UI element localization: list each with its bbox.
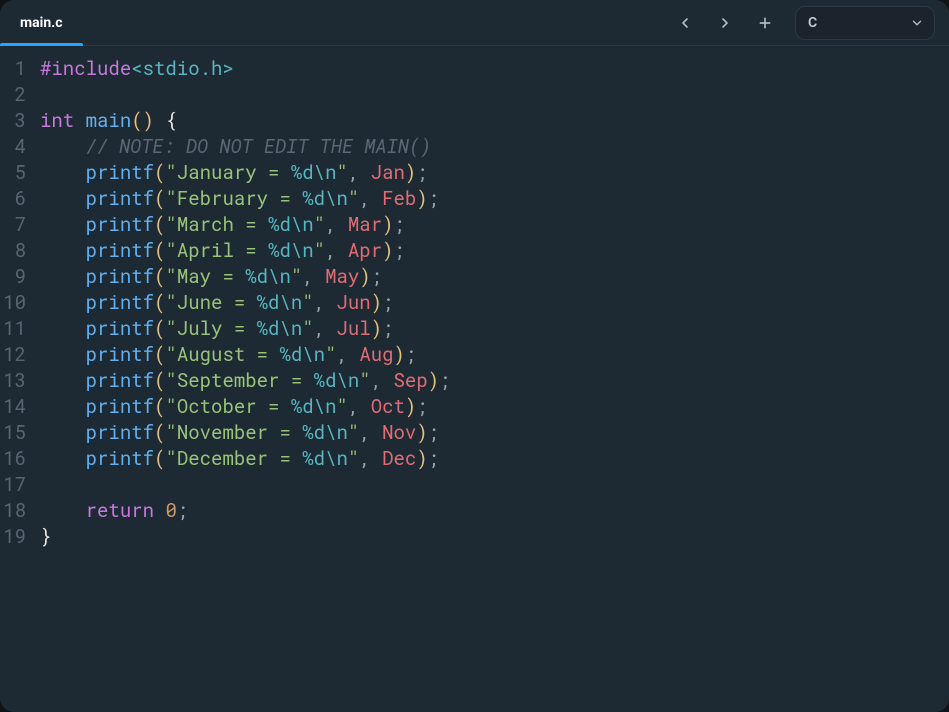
line-content[interactable]: printf("March = %d\n", Mar); xyxy=(34,212,405,238)
line-content[interactable]: } xyxy=(34,524,51,550)
line-content[interactable]: printf("November = %d\n", Nov); xyxy=(34,420,439,446)
code-line[interactable]: 6 printf("February = %d\n", Feb); xyxy=(0,186,937,212)
line-number: 14 xyxy=(0,394,34,420)
code-line[interactable]: 8 printf("April = %d\n", Apr); xyxy=(0,238,937,264)
line-content[interactable]: printf("January = %d\n", Jan); xyxy=(34,160,428,186)
line-number: 13 xyxy=(0,368,34,394)
line-content[interactable]: printf("December = %d\n", Dec); xyxy=(34,446,439,472)
line-number: 16 xyxy=(0,446,34,472)
code-line[interactable]: 5 printf("January = %d\n", Jan); xyxy=(0,160,937,186)
line-number: 19 xyxy=(0,524,34,550)
line-content[interactable]: printf("October = %d\n", Oct); xyxy=(34,394,428,420)
line-content[interactable]: printf("September = %d\n", Sep); xyxy=(34,368,451,394)
line-number: 3 xyxy=(0,108,34,134)
line-number: 12 xyxy=(0,342,34,368)
line-number: 2 xyxy=(0,82,34,108)
top-actions: C xyxy=(669,6,941,40)
line-number: 9 xyxy=(0,264,34,290)
line-number: 1 xyxy=(0,56,34,82)
line-content[interactable]: int main() { xyxy=(34,108,177,134)
code-line[interactable]: 7 printf("March = %d\n", Mar); xyxy=(0,212,937,238)
code-line[interactable]: 16 printf("December = %d\n", Dec); xyxy=(0,446,937,472)
line-number: 8 xyxy=(0,238,34,264)
code-line[interactable]: 19} xyxy=(0,524,937,550)
code-line[interactable]: 2 xyxy=(0,82,937,108)
code-line[interactable]: 4 // NOTE: DO NOT EDIT THE MAIN() xyxy=(0,134,937,160)
line-number: 10 xyxy=(0,290,34,316)
code-content[interactable]: 1#include<stdio.h>2 3int main() {4 // NO… xyxy=(0,56,949,712)
code-line[interactable]: 9 printf("May = %d\n", May); xyxy=(0,264,937,290)
chevron-right-icon xyxy=(717,15,733,31)
tab-label: main.c xyxy=(20,15,63,31)
chevron-down-icon xyxy=(910,16,924,30)
chevron-left-icon xyxy=(677,15,693,31)
line-content[interactable]: return 0; xyxy=(34,498,188,524)
code-line[interactable]: 1#include<stdio.h> xyxy=(0,56,937,82)
line-content[interactable]: printf("August = %d\n", Aug); xyxy=(34,342,416,368)
code-line[interactable]: 12 printf("August = %d\n", Aug); xyxy=(0,342,937,368)
code-line[interactable]: 11 printf("July = %d\n", Jul); xyxy=(0,316,937,342)
line-content[interactable]: printf("May = %d\n", May); xyxy=(34,264,382,290)
code-line[interactable]: 10 printf("June = %d\n", Jun); xyxy=(0,290,937,316)
code-line[interactable]: 13 printf("September = %d\n", Sep); xyxy=(0,368,937,394)
line-content[interactable] xyxy=(34,82,51,108)
tabs: main.c xyxy=(0,0,669,45)
line-number: 18 xyxy=(0,498,34,524)
line-content[interactable]: printf("February = %d\n", Feb); xyxy=(34,186,439,212)
line-number: 17 xyxy=(0,472,34,498)
code-line[interactable]: 15 printf("November = %d\n", Nov); xyxy=(0,420,937,446)
file-tab-main-c[interactable]: main.c xyxy=(0,0,83,45)
editor-topbar: main.c C xyxy=(0,0,949,46)
nav-next-button[interactable] xyxy=(709,7,741,39)
code-line[interactable]: 17 xyxy=(0,472,937,498)
language-select[interactable]: C xyxy=(795,6,935,40)
code-line[interactable]: 3int main() { xyxy=(0,108,937,134)
line-content[interactable]: printf("April = %d\n", Apr); xyxy=(34,238,405,264)
line-number: 6 xyxy=(0,186,34,212)
line-content[interactable]: printf("June = %d\n", Jun); xyxy=(34,290,394,316)
code-line[interactable]: 14 printf("October = %d\n", Oct); xyxy=(0,394,937,420)
line-number: 4 xyxy=(0,134,34,160)
code-editor: main.c C xyxy=(0,0,949,712)
code-area[interactable]: 1#include<stdio.h>2 3int main() {4 // NO… xyxy=(0,46,949,712)
line-number: 5 xyxy=(0,160,34,186)
line-number: 7 xyxy=(0,212,34,238)
line-content[interactable] xyxy=(34,472,51,498)
new-file-button[interactable] xyxy=(749,7,781,39)
plus-icon xyxy=(757,15,773,31)
line-content[interactable]: // NOTE: DO NOT EDIT THE MAIN() xyxy=(34,134,431,160)
line-number: 11 xyxy=(0,316,34,342)
language-label: C xyxy=(808,15,817,31)
code-line[interactable]: 18 return 0; xyxy=(0,498,937,524)
line-number: 15 xyxy=(0,420,34,446)
nav-prev-button[interactable] xyxy=(669,7,701,39)
line-content[interactable]: printf("July = %d\n", Jul); xyxy=(34,316,394,342)
line-content[interactable]: #include<stdio.h> xyxy=(34,56,234,82)
